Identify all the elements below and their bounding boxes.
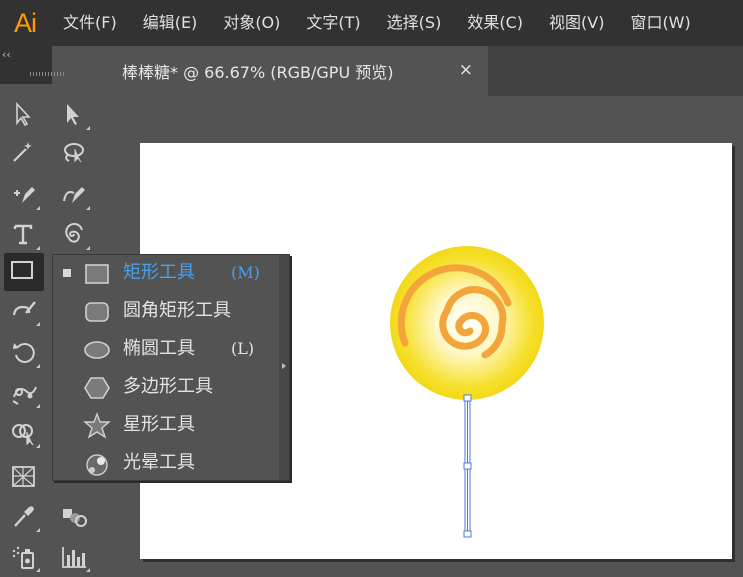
shape-tools-flyout: 矩形工具 (M) 圆角矩形工具 椭圆工具 (L) 多边形工具 星形工具 光晕工具 bbox=[52, 254, 290, 481]
perspective-grid-tool-icon[interactable] bbox=[6, 460, 42, 494]
flyout-item-label: 椭圆工具 bbox=[123, 331, 195, 367]
flyout-item-polygon[interactable]: 多边形工具 bbox=[53, 369, 279, 407]
collapse-icon[interactable]: ‹‹ bbox=[2, 48, 11, 61]
menu-list: 文件(F) 编辑(E) 对象(O) 文字(T) 选择(S) 效果(C) 视图(V… bbox=[50, 0, 704, 46]
anchor-point-middle[interactable] bbox=[464, 463, 471, 469]
polygon-icon bbox=[83, 374, 111, 402]
menu-object[interactable]: 对象(O) bbox=[210, 0, 293, 46]
menu-type[interactable]: 文字(T) bbox=[293, 0, 373, 46]
document-tab-title: 棒棒糖* @ 66.67% (RGB/GPU 预览) bbox=[108, 59, 393, 83]
document-tab[interactable]: 棒棒糖* @ 66.67% (RGB/GPU 预览) × bbox=[108, 46, 488, 96]
menu-bar: Ai 文件(F) 编辑(E) 对象(O) 文字(T) 选择(S) 效果(C) 视… bbox=[0, 0, 743, 46]
flyout-item-shortcut: (L) bbox=[231, 331, 254, 367]
rectangle-tool-icon[interactable] bbox=[4, 253, 44, 291]
type-tool-icon[interactable] bbox=[6, 218, 42, 252]
blend-tool-icon[interactable] bbox=[56, 500, 92, 534]
flyout-item-shortcut: (M) bbox=[231, 255, 260, 291]
flyout-item-label: 光晕工具 bbox=[123, 445, 195, 481]
direct-selection-tool-icon[interactable] bbox=[56, 98, 92, 132]
document-tab-bar: 棒棒糖* @ 66.67% (RGB/GPU 预览) × bbox=[108, 46, 743, 96]
selection-tool-icon[interactable] bbox=[6, 98, 42, 132]
flyout-item-label: 多边形工具 bbox=[123, 369, 213, 405]
ellipse-icon bbox=[83, 336, 111, 364]
lasso-tool-icon[interactable] bbox=[56, 136, 92, 170]
flyout-item-label: 星形工具 bbox=[123, 407, 195, 443]
menu-view[interactable]: 视图(V) bbox=[536, 0, 617, 46]
flyout-item-label: 圆角矩形工具 bbox=[123, 293, 231, 329]
grip-icon[interactable] bbox=[30, 72, 64, 76]
eyedropper-tool-icon[interactable] bbox=[6, 500, 42, 534]
paintbrush-tool-icon[interactable] bbox=[6, 294, 42, 328]
menu-file[interactable]: 文件(F) bbox=[50, 0, 130, 46]
rectangle-icon bbox=[83, 260, 111, 288]
star-icon bbox=[83, 412, 111, 440]
rotate-tool-icon[interactable] bbox=[6, 336, 42, 370]
rounded-rectangle-icon bbox=[83, 298, 111, 326]
anchor-point-bottom[interactable] bbox=[464, 531, 471, 537]
tools-panel-header: ‹‹ bbox=[0, 46, 52, 84]
puppet-warp-tool-icon[interactable] bbox=[6, 376, 42, 410]
flyout-item-star[interactable]: 星形工具 bbox=[53, 407, 279, 445]
flare-icon bbox=[83, 450, 111, 478]
tools-panel: ‹‹ bbox=[0, 46, 52, 577]
column-graph-tool-icon[interactable] bbox=[56, 540, 92, 574]
flyout-item-flare[interactable]: 光晕工具 bbox=[53, 445, 279, 483]
menu-edit[interactable]: 编辑(E) bbox=[130, 0, 211, 46]
flyout-item-ellipse[interactable]: 椭圆工具 (L) bbox=[53, 331, 279, 369]
close-icon[interactable]: × bbox=[459, 60, 473, 80]
curvature-tool-icon[interactable] bbox=[56, 178, 92, 212]
flyout-item-rectangle[interactable]: 矩形工具 (M) bbox=[53, 255, 279, 293]
pen-tool-icon[interactable] bbox=[6, 178, 42, 212]
selected-indicator bbox=[63, 269, 71, 277]
flyout-item-label: 矩形工具 bbox=[123, 255, 195, 291]
magic-wand-tool-icon[interactable] bbox=[6, 136, 42, 170]
menu-window[interactable]: 窗口(W) bbox=[617, 0, 703, 46]
spiral-tool-icon[interactable] bbox=[56, 218, 92, 252]
anchor-point-top[interactable] bbox=[464, 395, 471, 401]
flyout-tearoff-handle[interactable] bbox=[279, 255, 289, 480]
app-logo: Ai bbox=[0, 0, 50, 46]
chevron-right-icon bbox=[282, 363, 286, 369]
shape-builder-tool-icon[interactable] bbox=[6, 416, 42, 450]
symbol-sprayer-tool-icon[interactable] bbox=[6, 540, 42, 574]
menu-select[interactable]: 选择(S) bbox=[374, 0, 455, 46]
menu-effect[interactable]: 效果(C) bbox=[454, 0, 536, 46]
flyout-item-rounded-rectangle[interactable]: 圆角矩形工具 bbox=[53, 293, 279, 331]
